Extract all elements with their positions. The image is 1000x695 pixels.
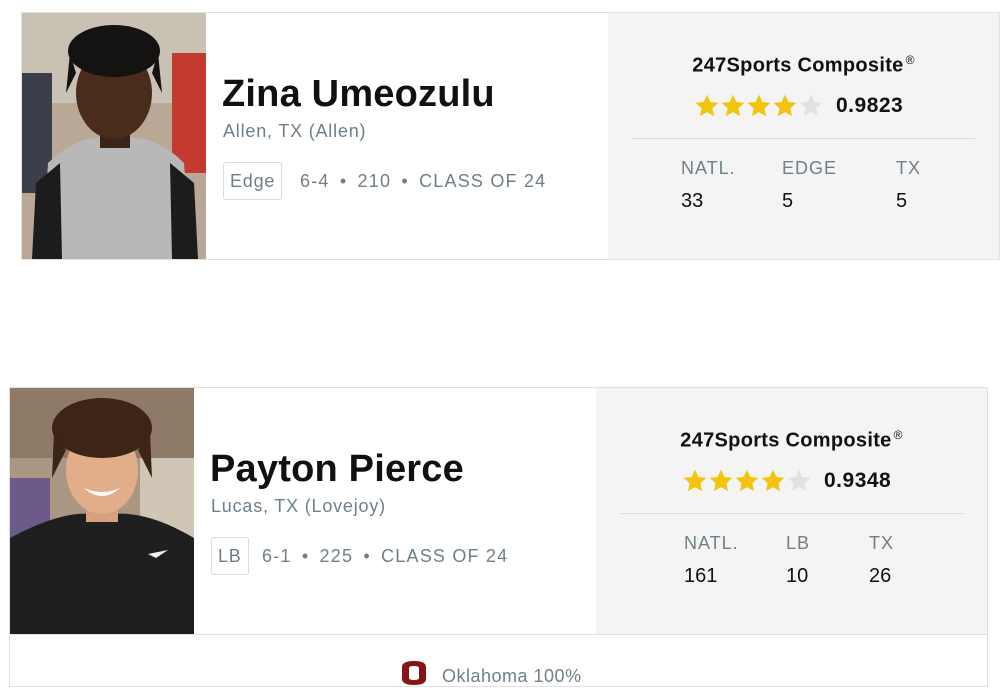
separator-dot: • bbox=[339, 171, 348, 191]
star-filled-icon bbox=[695, 94, 719, 117]
composite-score: 0.9348 bbox=[824, 469, 892, 492]
rank-value: 33 bbox=[681, 190, 704, 212]
composite-title-text: 247Sports Composite bbox=[680, 429, 892, 452]
divider bbox=[632, 138, 975, 139]
player-measurements: 6-4 • 210 • CLASS OF 24 bbox=[300, 171, 546, 192]
player-hometown: Allen, TX (Allen) bbox=[223, 121, 367, 141]
player-name[interactable]: Payton Pierce bbox=[210, 448, 464, 491]
rank-value: 161 bbox=[684, 565, 718, 587]
player-measurements: 6-1 • 225 • CLASS OF 24 bbox=[262, 546, 508, 567]
rank-label: EDGE bbox=[782, 158, 838, 178]
prospect-card-2[interactable]: Payton Pierce Lucas, TX (Lovejoy) LB 6-1… bbox=[9, 387, 988, 687]
rank-label: NATL. bbox=[684, 533, 739, 553]
player-weight: 210 bbox=[357, 171, 392, 191]
registered-mark: ® bbox=[905, 53, 915, 67]
star-filled-icon bbox=[761, 469, 785, 492]
player-name[interactable]: Zina Umeozulu bbox=[222, 73, 495, 116]
rank-state[interactable]: TX 5 bbox=[896, 158, 921, 213]
player-class: CLASS OF 24 bbox=[419, 171, 547, 191]
registered-mark: ® bbox=[893, 428, 903, 442]
rank-value: 5 bbox=[896, 190, 908, 212]
rank-value: 5 bbox=[782, 190, 794, 212]
prospect-card-1[interactable]: Zina Umeozulu Allen, TX (Allen) Edge 6-4… bbox=[21, 12, 1000, 260]
composite-title: 247Sports Composite ® bbox=[596, 428, 987, 453]
star-rating: 0.9823 bbox=[694, 93, 903, 119]
player-photo-image bbox=[10, 388, 194, 634]
rank-label: TX bbox=[869, 533, 895, 553]
player-height: 6-4 bbox=[300, 171, 330, 191]
star-filled-icon bbox=[709, 469, 733, 492]
composite-score: 0.9823 bbox=[836, 94, 904, 117]
composite-title-text: 247Sports Composite bbox=[692, 54, 904, 77]
player-height: 6-1 bbox=[262, 546, 292, 566]
rank-position[interactable]: EDGE 5 bbox=[782, 158, 837, 213]
commitment-row[interactable]: Oklahoma 100% bbox=[10, 634, 987, 695]
rank-label: LB bbox=[786, 533, 811, 553]
rank-label: TX bbox=[896, 158, 922, 178]
composite-rating-panel: 247Sports Composite ® 0.9348 NATL. 161 LB… bbox=[596, 388, 987, 634]
separator-dot: • bbox=[301, 546, 310, 566]
position-badge: Edge bbox=[223, 162, 283, 200]
star-filled-icon bbox=[735, 469, 759, 492]
rank-position[interactable]: LB 10 bbox=[786, 533, 810, 588]
commitment-text: Oklahoma 100% bbox=[442, 666, 582, 686]
player-class: CLASS OF 24 bbox=[381, 546, 509, 566]
rank-national[interactable]: NATL. 33 bbox=[681, 158, 736, 213]
star-filled-icon bbox=[747, 94, 771, 117]
composite-title: 247Sports Composite ® bbox=[608, 53, 999, 78]
star-filled-icon bbox=[773, 94, 797, 117]
player-photo[interactable] bbox=[10, 388, 194, 634]
separator-dot: • bbox=[363, 546, 371, 566]
star-empty-icon bbox=[787, 469, 811, 492]
star-empty-icon bbox=[799, 94, 823, 117]
player-weight: 225 bbox=[319, 546, 354, 566]
player-photo[interactable] bbox=[22, 13, 206, 259]
player-hometown: Lucas, TX (Lovejoy) bbox=[211, 496, 386, 516]
rank-label: NATL. bbox=[681, 158, 736, 178]
separator-dot: • bbox=[401, 171, 409, 191]
star-filled-icon bbox=[721, 94, 745, 117]
position-badge: LB bbox=[211, 537, 249, 575]
rank-value: 10 bbox=[786, 565, 809, 587]
rank-value: 26 bbox=[869, 565, 892, 587]
divider bbox=[620, 513, 963, 514]
star-rating: 0.9348 bbox=[682, 468, 891, 494]
composite-rating-panel: 247Sports Composite ® 0.9823 NATL. 33 EDG… bbox=[608, 13, 999, 259]
rank-national[interactable]: NATL. 161 bbox=[684, 533, 739, 588]
rank-state[interactable]: TX 26 bbox=[869, 533, 894, 588]
player-photo-image bbox=[22, 13, 206, 259]
star-filled-icon bbox=[683, 469, 707, 492]
